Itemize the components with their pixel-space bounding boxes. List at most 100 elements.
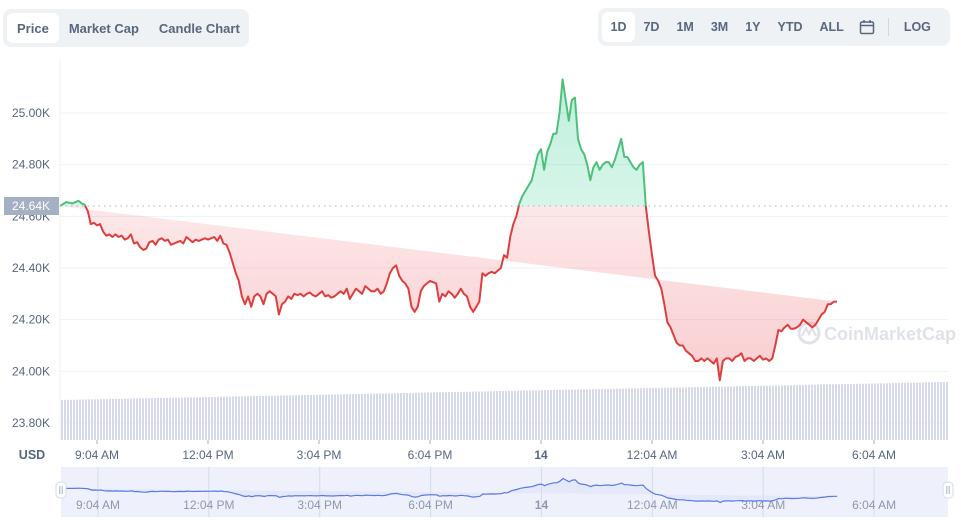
volume-bar — [769, 385, 771, 440]
volume-bar — [121, 398, 123, 440]
volume-bar — [394, 393, 396, 440]
volume-bar — [862, 383, 864, 440]
volume-bar — [466, 391, 468, 440]
handle-grip[interactable] — [942, 481, 954, 499]
volume-bar — [790, 385, 792, 440]
volume-bar — [763, 385, 765, 440]
watermark-text: CoinMarketCap — [824, 324, 956, 344]
volume-bar — [622, 388, 624, 440]
volume-bar — [229, 396, 231, 440]
volume-bar — [562, 389, 564, 440]
volume-bar — [328, 394, 330, 440]
navigator-tick-label: 3:04 AM — [741, 498, 785, 512]
volume-bar — [664, 387, 666, 440]
volume-bar — [538, 390, 540, 440]
volume-bar — [871, 383, 873, 440]
volume-bar — [475, 391, 477, 440]
volume-bar — [556, 389, 558, 440]
volume-bar — [433, 392, 435, 440]
volume-bar — [118, 398, 120, 440]
volume-bar — [745, 386, 747, 440]
navigator-tick-label: 9:04 AM — [76, 498, 120, 512]
volume-bar — [850, 383, 852, 440]
volume-bar — [706, 386, 708, 440]
volume-bar — [307, 394, 309, 440]
volume-bar — [280, 395, 282, 440]
volume-bar — [283, 395, 285, 440]
volume-bar — [694, 387, 696, 440]
volume-bar — [73, 399, 75, 440]
volume-bar — [94, 399, 96, 440]
volume-bar — [82, 399, 84, 440]
volume-bar — [577, 389, 579, 440]
volume-bar — [568, 389, 570, 440]
volume-bar — [517, 390, 519, 440]
volume-bar — [829, 384, 831, 440]
volume-bar — [868, 383, 870, 440]
navigator-left-handle[interactable] — [55, 481, 67, 499]
volume-bar — [322, 394, 324, 440]
volume-bar — [397, 393, 399, 440]
volume-bar — [115, 398, 117, 440]
volume-bar — [343, 394, 345, 440]
volume-bar — [181, 397, 183, 440]
volume-bar — [103, 399, 105, 440]
volume-bar — [859, 383, 861, 440]
volume-bar — [490, 391, 492, 440]
volume-bar — [691, 387, 693, 440]
volume-bar — [106, 399, 108, 440]
volume-bar — [595, 389, 597, 440]
volume-bar — [265, 395, 267, 440]
volume-bar — [145, 398, 147, 440]
volume-bar — [139, 398, 141, 440]
handle-grip[interactable] — [55, 481, 67, 499]
volume-bar — [673, 387, 675, 440]
volume-bar — [940, 382, 942, 440]
volume-bar — [640, 388, 642, 440]
volume-bar — [709, 386, 711, 440]
volume-bar — [823, 384, 825, 440]
navigator-right-handle[interactable] — [942, 481, 954, 499]
volume-bar — [676, 387, 678, 440]
volume-bar — [76, 399, 78, 440]
volume-bar — [910, 382, 912, 440]
y-axis: 23.80K24.00K24.20K24.40K24.60K24.80K25.0… — [12, 106, 50, 462]
volume-bar — [271, 395, 273, 440]
volume-bar — [250, 396, 252, 440]
volume-bar — [370, 393, 372, 440]
volume-bar — [376, 393, 378, 440]
volume-bar — [367, 393, 369, 440]
volume-bar — [571, 389, 573, 440]
volume-bar — [439, 392, 441, 440]
volume-bar — [91, 399, 93, 440]
volume-bar — [412, 392, 414, 440]
price-chart[interactable]: 23.80K24.00K24.20K24.40K24.60K24.80K25.0… — [0, 0, 960, 527]
volume-bar — [388, 393, 390, 440]
volume-bar — [733, 386, 735, 440]
volume-bar — [601, 389, 603, 440]
volume-bar — [634, 388, 636, 440]
volume-bar — [625, 388, 627, 440]
volume-bar — [814, 384, 816, 440]
volume-bar — [613, 388, 615, 440]
volume-bar — [499, 391, 501, 440]
volume-bar — [409, 392, 411, 440]
volume-bar — [697, 387, 699, 440]
volume-bar — [931, 382, 933, 440]
volume-bar — [817, 384, 819, 440]
volume-bar — [325, 394, 327, 440]
volume-bar — [721, 386, 723, 440]
volume-bar — [196, 397, 198, 440]
volume-bar — [670, 387, 672, 440]
volume-bar — [100, 399, 102, 440]
volume-bar — [598, 389, 600, 440]
volume-bar — [478, 391, 480, 440]
volume-bar — [295, 395, 297, 440]
volume-bar — [427, 392, 429, 440]
volume-bar — [187, 397, 189, 440]
volume-bar — [313, 394, 315, 440]
volume-bar — [649, 388, 651, 440]
x-tick-label: 6:04 AM — [852, 448, 896, 462]
volume-bar — [424, 392, 426, 440]
volume-bar — [64, 399, 66, 440]
